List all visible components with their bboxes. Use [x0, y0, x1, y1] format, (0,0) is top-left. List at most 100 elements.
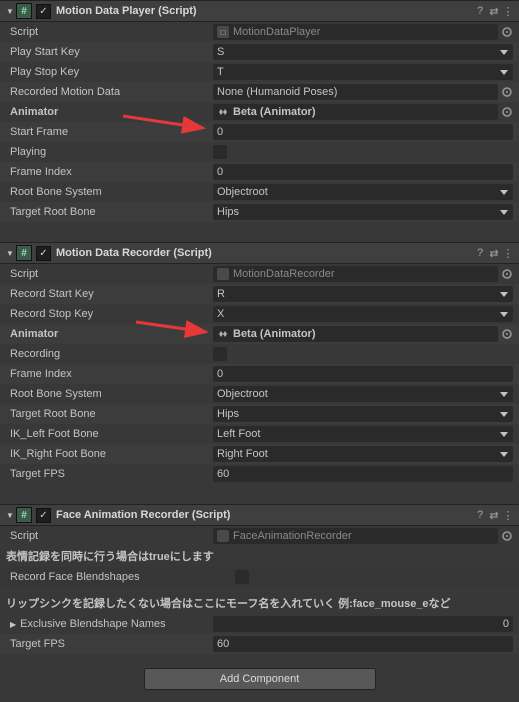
svg-text:□: □: [221, 28, 226, 37]
help-icon[interactable]: ?: [473, 247, 487, 259]
int-input[interactable]: 0: [213, 124, 513, 140]
row-record-stop-key: Record Stop Key X: [0, 304, 519, 324]
script-name: MotionDataRecorder: [233, 268, 335, 280]
object-picker-icon[interactable]: [500, 529, 513, 543]
int-input[interactable]: 0: [213, 366, 513, 382]
label: Frame Index: [6, 166, 213, 178]
label: Play Start Key: [6, 46, 213, 58]
dropdown[interactable]: Objectroot: [213, 386, 513, 402]
int-input[interactable]: 0: [213, 164, 513, 180]
script-field[interactable]: MotionDataRecorder: [213, 266, 498, 282]
object-picker-icon[interactable]: [500, 327, 513, 341]
script-field[interactable]: FaceAnimationRecorder: [213, 528, 498, 544]
row-playing: Playing: [0, 142, 519, 162]
menu-icon[interactable]: ⋮: [501, 5, 515, 18]
menu-icon[interactable]: ⋮: [501, 509, 515, 522]
row-ik-right-foot: IK_Right Foot Bone Right Foot: [0, 444, 519, 464]
row-target-root-bone: Target Root Bone Hips: [0, 404, 519, 424]
enable-checkbox[interactable]: ✓: [36, 4, 51, 19]
dropdown[interactable]: Right Foot: [213, 446, 513, 462]
label: Playing: [6, 146, 213, 158]
row-exclusive-blendshape-names: ▶ Exclusive Blendshape Names 0: [0, 614, 519, 634]
object-field[interactable]: Beta (Animator): [213, 326, 498, 342]
int-input[interactable]: 60: [213, 636, 513, 652]
dropdown[interactable]: Left Foot: [213, 426, 513, 442]
preset-icon[interactable]: ⇄: [487, 247, 501, 260]
fold-toggle[interactable]: ▼: [4, 7, 16, 16]
help-icon[interactable]: ?: [473, 509, 487, 521]
menu-icon[interactable]: ⋮: [501, 247, 515, 260]
label[interactable]: ▶ Exclusive Blendshape Names: [6, 618, 213, 630]
label: Recorded Motion Data: [6, 86, 213, 98]
component-title: Face Animation Recorder (Script): [56, 509, 473, 521]
animator-icon: [217, 328, 229, 340]
row-start-frame: Start Frame 0: [0, 122, 519, 142]
dropdown[interactable]: X: [213, 306, 513, 322]
object-field[interactable]: None (Humanoid Poses): [213, 84, 498, 100]
component-header[interactable]: ▼ # ✓ Motion Data Player (Script) ? ⇄ ⋮: [0, 0, 519, 22]
row-root-bone-system: Root Bone System Objectroot: [0, 384, 519, 404]
script-icon: #: [16, 507, 32, 523]
dropdown[interactable]: S: [213, 44, 513, 60]
component-header[interactable]: ▼ # ✓ Motion Data Recorder (Script) ? ⇄ …: [0, 242, 519, 264]
row-target-fps: Target FPS 60: [0, 634, 519, 654]
label: Animator: [6, 106, 213, 118]
checkbox[interactable]: [235, 570, 249, 584]
help-icon[interactable]: ?: [473, 5, 487, 17]
enable-checkbox[interactable]: ✓: [36, 508, 51, 523]
row-recording: Recording: [0, 344, 519, 364]
row-play-stop-key: Play Stop Key T: [0, 62, 519, 82]
row-frame-index: Frame Index 0: [0, 364, 519, 384]
fold-toggle[interactable]: ▼: [4, 511, 16, 520]
label: Target Root Bone: [6, 206, 213, 218]
animator-icon: [217, 106, 229, 118]
label: Recording: [6, 348, 213, 360]
add-component-label: Add Component: [220, 673, 300, 685]
checkbox[interactable]: [213, 145, 227, 159]
component-title: Motion Data Recorder (Script): [56, 247, 473, 259]
add-component-button[interactable]: Add Component: [144, 668, 376, 690]
dropdown[interactable]: Objectroot: [213, 184, 513, 200]
row-play-start-key: Play Start Key S: [0, 42, 519, 62]
label: Start Frame: [6, 126, 213, 138]
row-target-fps: Target FPS 60: [0, 464, 519, 484]
fold-toggle[interactable]: ▼: [4, 249, 16, 258]
row-animator: Animator Beta (Animator): [0, 324, 519, 344]
label: Script: [6, 26, 213, 38]
object-picker-icon[interactable]: [500, 105, 513, 119]
script-name: MotionDataPlayer: [233, 26, 320, 38]
row-record-face-blendshapes: Record Face Blendshapes: [0, 567, 519, 587]
csharp-icon: □: [217, 26, 229, 38]
int-input[interactable]: 60: [213, 466, 513, 482]
object-field[interactable]: Beta (Animator): [213, 104, 498, 120]
label: Target FPS: [6, 638, 213, 650]
preset-icon[interactable]: ⇄: [487, 509, 501, 522]
dropdown[interactable]: R: [213, 286, 513, 302]
preset-icon[interactable]: ⇄: [487, 5, 501, 18]
label: Record Face Blendshapes: [6, 571, 235, 583]
script-field[interactable]: □ MotionDataPlayer: [213, 24, 498, 40]
component-title: Motion Data Player (Script): [56, 5, 473, 17]
component-motion-data-recorder: ▼ # ✓ Motion Data Recorder (Script) ? ⇄ …: [0, 242, 519, 484]
array-size-input[interactable]: 0: [213, 616, 513, 632]
row-script: Script MotionDataRecorder: [0, 264, 519, 284]
dropdown[interactable]: T: [213, 64, 513, 80]
dropdown[interactable]: Hips: [213, 406, 513, 422]
enable-checkbox[interactable]: ✓: [36, 246, 51, 261]
label: Play Stop Key: [6, 66, 213, 78]
object-picker-icon[interactable]: [500, 25, 513, 39]
label: IK_Left Foot Bone: [6, 428, 213, 440]
row-script: Script FaceAnimationRecorder: [0, 526, 519, 546]
csharp-icon: [217, 268, 229, 280]
checkbox[interactable]: [213, 347, 227, 361]
row-record-start-key: Record Start Key R: [0, 284, 519, 304]
component-header[interactable]: ▼ # ✓ Face Animation Recorder (Script) ?…: [0, 504, 519, 526]
dropdown[interactable]: Hips: [213, 204, 513, 220]
object-picker-icon[interactable]: [500, 267, 513, 281]
label: Target FPS: [6, 468, 213, 480]
fold-arrow-icon[interactable]: ▶: [10, 620, 16, 629]
label: Root Bone System: [6, 388, 213, 400]
label: Record Stop Key: [6, 308, 213, 320]
object-picker-icon[interactable]: [500, 85, 513, 99]
csharp-icon: [217, 530, 229, 542]
